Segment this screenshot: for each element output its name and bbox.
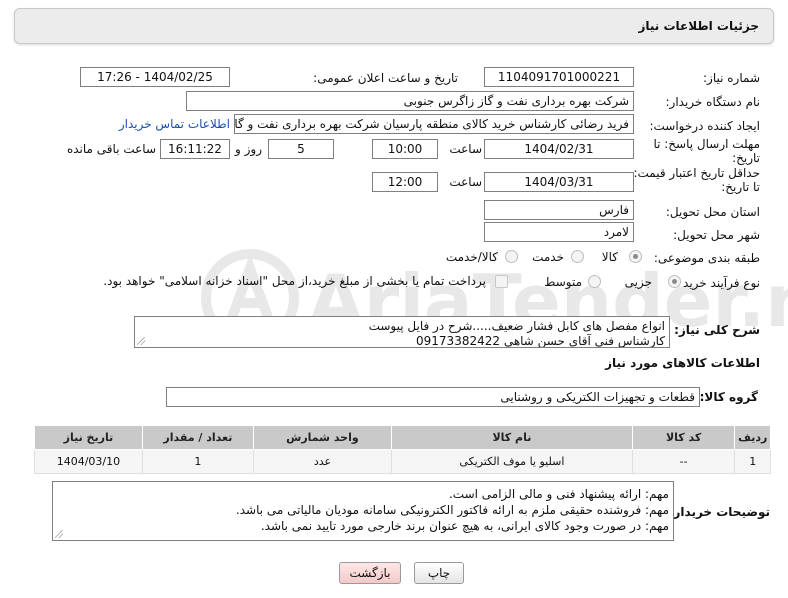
price-validity-label-line1: حداقل تاریخ اعتبار قیمت:: [633, 166, 760, 180]
category-label: طبقه بندی موضوعی:: [653, 251, 760, 265]
col-unit: واحد شمارش: [252, 425, 393, 450]
remaining-time-field: 16:11:22: [160, 139, 230, 159]
category-radio-goods-service[interactable]: [505, 250, 518, 263]
purchase-option-medium: متوسط: [544, 275, 582, 289]
purchase-radio-medium[interactable]: [588, 275, 601, 288]
need-desc-label: شرح کلی نیاز:: [674, 323, 760, 337]
goods-group-field: قطعات و تجهیزات الکتریکی و روشنایی: [166, 387, 700, 407]
province-label: استان محل تحویل:: [665, 205, 760, 219]
items-table: ردیف کد کالا نام کالا واحد شمارش تعداد /…: [34, 425, 771, 474]
reply-deadline-label-line1: مهلت ارسال پاسخ: تا: [653, 137, 760, 151]
city-field: لامرد: [484, 222, 634, 242]
province-field: فارس: [484, 200, 634, 220]
remaining-label: ساعت باقی مانده: [66, 142, 156, 156]
purchase-type-label: نوع فرآیند خرید :: [675, 276, 760, 290]
days-label: روز و: [235, 142, 262, 156]
back-button[interactable]: بازگشت: [339, 562, 401, 584]
col-name: نام کالا: [391, 425, 633, 450]
col-row: ردیف: [734, 425, 771, 450]
resize-grip-icon[interactable]: [55, 530, 63, 538]
category-radio-service[interactable]: [571, 250, 584, 263]
buyer-note-2: مهم: فروشنده حقیقی ملزم به ارائه فاکتور …: [235, 503, 669, 517]
reply-deadline-label-line2: تاریخ:: [732, 151, 760, 165]
cell-unit: عدد: [252, 449, 393, 474]
buyer-note-1: مهم: ارائه پیشنهاد فنی و مالی الزامی است…: [448, 487, 669, 501]
buyer-notes-label: توضیحات خریدار:: [668, 505, 770, 519]
category-option-goods: کالا: [601, 250, 618, 264]
goods-info-heading: اطلاعات کالاهای مورد نیاز: [605, 356, 760, 370]
reply-time-label: ساعت: [449, 142, 482, 156]
cell-name: اسلیو یا موف الکتریکی: [391, 449, 633, 474]
purchase-option-minor: جزیی: [624, 275, 652, 289]
requester-label: ایجاد کننده درخواست:: [649, 119, 760, 133]
col-qty: تعداد / مقدار: [141, 425, 254, 450]
price-validity-label: حداقل تاریخ اعتبار قیمت: تا تاریخ:: [633, 166, 760, 194]
cell-date: 1404/03/10: [34, 449, 143, 474]
requester-field: فرید رضائی کارشناس خرید کالای منطقه پارس…: [234, 114, 634, 134]
price-validity-label-line2: تا تاریخ:: [721, 180, 760, 194]
treasury-note: پرداخت تمام یا بخشی از مبلغ خرید،از محل …: [103, 274, 486, 288]
category-option-service: خدمت: [532, 250, 564, 264]
page-title: جزئیات اطلاعات نیاز: [638, 19, 759, 33]
announce-datetime-field: 1404/02/25 - 17:26: [80, 67, 230, 87]
category-option-goods-service: کالا/خدمت: [445, 250, 498, 264]
print-button[interactable]: چاپ: [414, 562, 464, 584]
col-date: تاریخ نیاز: [34, 425, 143, 450]
reply-deadline-label: مهلت ارسال پاسخ: تا تاریخ:: [653, 137, 760, 165]
need-desc-line-1: انواع مفصل های کابل فشار ضعیف.....شرح در…: [368, 319, 665, 333]
table-row[interactable]: 1 -- اسلیو یا موف الکتریکی عدد 1 1404/03…: [34, 449, 771, 474]
table-header-row: ردیف کد کالا نام کالا واحد شمارش تعداد /…: [34, 425, 771, 450]
validity-time-field: 12:00: [372, 172, 438, 192]
category-radio-goods[interactable]: [629, 250, 642, 263]
purchase-radio-minor[interactable]: [668, 275, 681, 288]
reply-time-field: 10:00: [372, 139, 438, 159]
buyer-note-3: مهم: در صورت وجود کالای ایرانی، به هیچ ع…: [260, 519, 669, 533]
reply-days-field: 5: [268, 139, 334, 159]
col-code: کد کالا: [631, 425, 736, 450]
cell-row: 1: [734, 449, 771, 474]
buyer-org-field: شرکت بهره برداری نفت و گاز زاگرس جنوبی: [186, 91, 634, 111]
goods-group-label: گروه کالا:: [699, 390, 758, 404]
need-desc-line-2: کارشناس فنی آقای حسن شاهی 09173382422: [416, 334, 665, 348]
resize-grip-icon[interactable]: [137, 337, 145, 345]
buyer-notes-textarea[interactable]: مهم: ارائه پیشنهاد فنی و مالی الزامی است…: [52, 481, 674, 541]
cell-qty: 1: [141, 449, 254, 474]
need-number-field: 1104091701000221: [484, 67, 634, 87]
announce-datetime-label: تاریخ و ساعت اعلان عمومی:: [313, 71, 458, 85]
header-panel: جزئیات اطلاعات نیاز: [14, 8, 774, 44]
need-number-label: شماره نیاز:: [703, 71, 760, 85]
cell-code: --: [631, 449, 736, 474]
contact-info-link[interactable]: اطلاعات تماس خریدار: [119, 117, 230, 131]
validity-time-label: ساعت: [449, 175, 482, 189]
reply-date-field: 1404/02/31: [484, 139, 634, 159]
validity-date-field: 1404/03/31: [484, 172, 634, 192]
buyer-org-label: نام دستگاه خریدار:: [665, 95, 761, 109]
city-label: شهر محل تحویل:: [673, 228, 760, 242]
treasury-checkbox[interactable]: [495, 275, 508, 288]
need-description-textarea[interactable]: انواع مفصل های کابل فشار ضعیف.....شرح در…: [134, 316, 670, 348]
